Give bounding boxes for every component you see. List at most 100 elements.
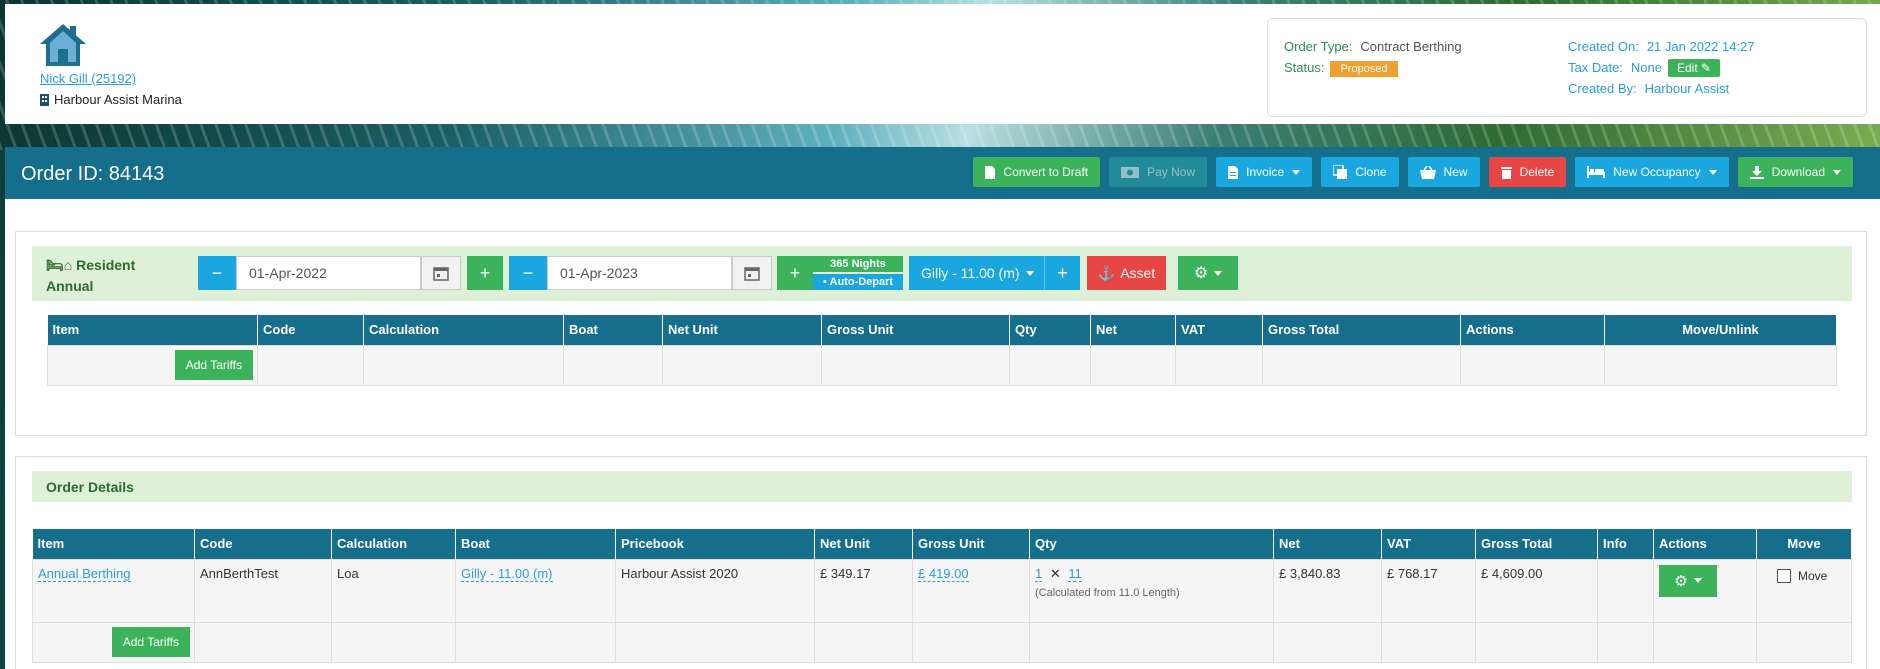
trash-icon xyxy=(1500,166,1512,179)
clone-button[interactable]: Clone xyxy=(1321,157,1399,187)
occupancy-controls-bar: 🛏⌂ Resident Annual − 01-Apr-2022 + − 01-… xyxy=(32,246,1852,301)
order-details-header: Order Details xyxy=(32,471,1852,502)
end-date-decrement-button[interactable]: − xyxy=(509,256,547,290)
nights-count: 365 Nights xyxy=(813,256,903,272)
invoice-button[interactable]: Invoice xyxy=(1216,157,1313,187)
status-badge: Proposed xyxy=(1330,61,1398,77)
start-date-decrement-button[interactable]: − xyxy=(198,256,236,290)
table-header-row: Item Code Calculation Boat Net Unit Gros… xyxy=(47,315,1837,345)
order-title-bar: Order ID: 84143 Convert to Draft Pay Now… xyxy=(5,147,1880,199)
add-boat-button[interactable]: + xyxy=(1044,256,1080,290)
bed-icon: 🛏 xyxy=(46,257,64,273)
chevron-down-icon xyxy=(1708,169,1717,175)
col-code: Code xyxy=(257,315,364,345)
add-tariffs-button[interactable]: Add Tariffs xyxy=(174,349,253,380)
download-button[interactable]: Download xyxy=(1737,157,1853,187)
invoice-icon xyxy=(1228,165,1239,179)
money-icon xyxy=(1121,166,1140,178)
col-gross-unit: Gross Unit xyxy=(821,315,1010,345)
tax-date-value: None xyxy=(1630,60,1662,75)
order-type-value: Contract Berthing xyxy=(1360,39,1462,54)
end-date-input[interactable]: 01-Apr-2023 xyxy=(547,256,732,290)
qty-multiplier-link[interactable]: 1 xyxy=(1035,565,1043,582)
calendar-icon xyxy=(433,267,449,281)
delete-button[interactable]: Delete xyxy=(1488,157,1567,187)
minus-icon: − xyxy=(211,262,223,283)
new-order-button[interactable]: New xyxy=(1407,157,1480,187)
col-boat: Boat xyxy=(563,315,663,345)
col-net: Net xyxy=(1273,529,1382,559)
net-cell: £ 3,840.83 xyxy=(1273,558,1382,623)
order-details-panel: Order Details Item Code Calculation Boat… xyxy=(15,456,1867,669)
building-icon xyxy=(40,93,49,106)
table-row: Add Tariffs xyxy=(32,621,1852,663)
nights-badge: 365 Nights ▪ Auto-Depart xyxy=(813,256,903,290)
col-gross-total: Gross Total xyxy=(1262,315,1461,345)
col-item: Item xyxy=(47,315,258,345)
bed-icon xyxy=(1587,166,1606,178)
home-small-icon: ⌂ xyxy=(63,257,73,273)
order-type-row: Order Type: Contract Berthing xyxy=(1284,39,1462,54)
col-qty: Qty xyxy=(1029,529,1274,559)
times-icon: ✕ xyxy=(1049,565,1061,581)
vat-cell: £ 768.17 xyxy=(1381,558,1476,623)
col-info: Info xyxy=(1597,529,1654,559)
status-row: Status: Proposed xyxy=(1284,60,1398,77)
customer-link[interactable]: Nick Gill (25192) xyxy=(40,71,136,86)
item-link[interactable]: Annual Berthing xyxy=(38,565,131,582)
code-cell: AnnBerthTest xyxy=(194,558,332,623)
created-on-value: 21 Jan 2022 14:27 xyxy=(1646,39,1755,54)
calendar-icon xyxy=(744,267,760,281)
qty-note: (Calculated from 11.0 Length) xyxy=(1035,586,1180,599)
gross-unit-link[interactable]: £ 419.00 xyxy=(918,565,969,582)
col-net-unit: Net Unit xyxy=(662,315,822,345)
start-date-calendar-button[interactable] xyxy=(421,256,461,290)
pay-now-button[interactable]: Pay Now xyxy=(1109,157,1208,187)
boat-select-button[interactable]: Gilly - 11.00 (m) xyxy=(909,256,1044,290)
resident-occupancy-panel: 🛏⌂ Resident Annual − 01-Apr-2022 + − 01-… xyxy=(15,231,1867,436)
row-actions-button[interactable]: ⚙ xyxy=(1659,564,1717,597)
start-date-input[interactable]: 01-Apr-2022 xyxy=(236,256,421,290)
gross-total-cell: £ 4,609.00 xyxy=(1475,558,1598,623)
asset-button[interactable]: ⚓ Asset xyxy=(1087,256,1166,290)
calendar-small-icon: ▪ xyxy=(822,276,827,288)
convert-to-draft-button[interactable]: Convert to Draft xyxy=(973,157,1101,187)
order-toolbar: Convert to Draft Pay Now Invoice Clone N… xyxy=(973,157,1853,187)
net-unit-cell: £ 349.17 xyxy=(814,558,913,623)
new-occupancy-button[interactable]: New Occupancy xyxy=(1575,157,1729,187)
col-boat: Boat xyxy=(455,529,616,559)
col-net-unit: Net Unit xyxy=(814,529,913,559)
move-label: Move xyxy=(1798,568,1828,583)
order-info-box: Order Type: Contract Berthing Status: Prop… xyxy=(1267,18,1867,117)
chevron-down-icon xyxy=(1833,169,1841,175)
col-vat: VAT xyxy=(1381,529,1476,559)
add-tariffs-button[interactable]: Add Tariffs xyxy=(111,626,190,657)
edit-tax-date-button[interactable]: Edit ✎ xyxy=(1668,59,1721,77)
chevron-down-icon xyxy=(1693,578,1702,583)
created-by-value: Harbour Assist xyxy=(1644,81,1730,96)
end-date-calendar-button[interactable] xyxy=(732,256,772,290)
pricebook-cell: Harbour Assist 2020 xyxy=(615,558,815,623)
qty-length-link[interactable]: 11 xyxy=(1068,565,1082,582)
chevron-down-icon xyxy=(1292,169,1301,175)
created-by-row: Created By: Harbour Assist xyxy=(1568,81,1730,96)
boat-link[interactable]: Gilly - 11.00 (m) xyxy=(461,565,553,582)
col-item: Item xyxy=(32,529,195,559)
col-actions: Actions xyxy=(1460,315,1605,345)
chevron-down-icon xyxy=(1214,270,1223,276)
created-on-row: Created On: 21 Jan 2022 14:27 xyxy=(1568,39,1755,54)
order-header-card: Nick Gill (25192) Harbour Assist Marina … xyxy=(5,4,1880,124)
col-move-unlink: Move/Unlink xyxy=(1604,315,1837,345)
table-row: Annual Berthing AnnBerthTest Loa Gilly -… xyxy=(32,558,1852,623)
occupancy-settings-button[interactable]: ⚙ xyxy=(1178,256,1238,290)
end-date-increment-button[interactable]: + xyxy=(777,256,813,290)
col-vat: VAT xyxy=(1175,315,1263,345)
order-details-title: Order Details xyxy=(46,479,134,495)
col-actions: Actions xyxy=(1653,529,1757,559)
start-date-increment-button[interactable]: + xyxy=(467,256,503,290)
info-cell xyxy=(1597,558,1654,623)
move-checkbox[interactable] xyxy=(1777,569,1791,584)
clone-icon xyxy=(1333,165,1348,179)
anchor-icon: ⚓ xyxy=(1097,264,1116,281)
minus-icon: − xyxy=(522,262,534,283)
